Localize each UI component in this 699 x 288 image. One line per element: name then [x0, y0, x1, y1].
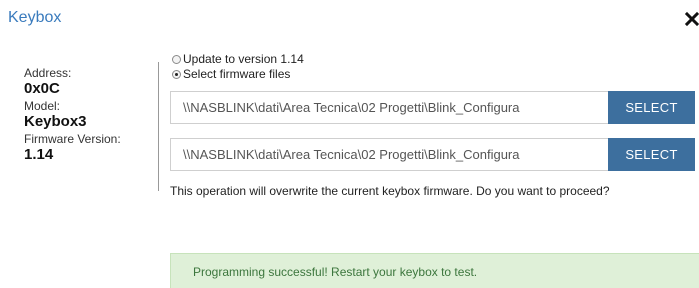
overwrite-warning: This operation will overwrite the curren…: [170, 184, 610, 198]
file-path-input-2[interactable]: \\NASBLINK\dati\Area Tecnica\02 Progetti…: [170, 138, 608, 171]
firmware-version-label: Firmware Version:: [24, 132, 121, 146]
dialog-title: Keybox: [8, 9, 62, 26]
address-value: 0x0C: [24, 80, 60, 97]
success-message: Programming successful! Restart your key…: [193, 265, 478, 279]
model-label: Model:: [24, 99, 61, 113]
file-path-input-1[interactable]: \\NASBLINK\dati\Area Tecnica\02 Progetti…: [170, 91, 608, 124]
firmware-file-row-2: \\NASBLINK\dati\Area Tecnica\02 Progetti…: [170, 138, 695, 171]
device-info-panel: Address: 0x0C Model: Keybox3 Firmware Ve…: [24, 66, 154, 165]
firmware-version-value: 1.14: [24, 146, 54, 163]
address-label: Address:: [24, 66, 72, 80]
update-radio[interactable]: [172, 54, 181, 64]
select-files-option[interactable]: Select firmware files: [172, 67, 290, 81]
model-value: Keybox3: [24, 113, 87, 130]
success-alert: Programming successful! Restart your key…: [170, 253, 699, 288]
select-button-1[interactable]: SELECT: [608, 91, 695, 124]
firmware-file-row-1: \\NASBLINK\dati\Area Tecnica\02 Progetti…: [170, 91, 695, 124]
select-files-radio[interactable]: [172, 69, 181, 79]
update-option-label: Update to version 1.14: [183, 52, 304, 66]
close-icon[interactable]: [684, 11, 699, 27]
update-option[interactable]: Update to version 1.14: [172, 52, 304, 66]
select-button-2[interactable]: SELECT: [608, 138, 695, 171]
select-files-option-label: Select firmware files: [183, 67, 291, 81]
vertical-divider: [158, 62, 159, 191]
